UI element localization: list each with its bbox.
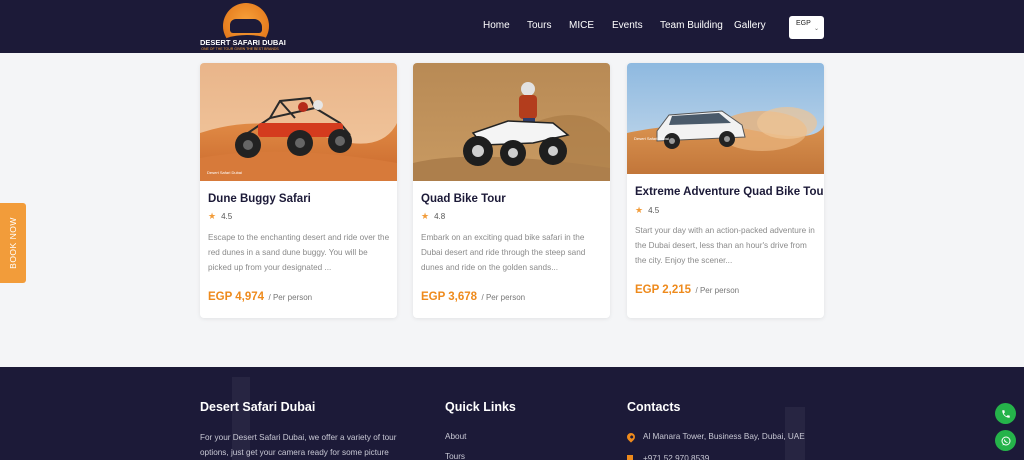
footer-phone[interactable]: +971 52 970 8539	[643, 451, 709, 460]
nav-team-building[interactable]: Team Building	[660, 20, 723, 31]
nav-mice[interactable]: MICE	[569, 20, 594, 31]
tour-description: Escape to the enchanting desert and ride…	[208, 233, 390, 272]
site-header: DESERT SAFARI DUBAI ONE OF THE TOUR GIVE…	[0, 0, 1024, 53]
tour-card-dune-buggy[interactable]: Desert Safari Dubai Dune Buggy Safari ★ 4…	[200, 63, 397, 318]
image-watermark: Desert Safari Dubai	[634, 136, 669, 141]
price-value: EGP 4,974	[208, 291, 265, 303]
whatsapp-button[interactable]	[995, 430, 1016, 451]
quad-bike-photo	[413, 63, 610, 181]
nav-tours[interactable]: Tours	[527, 20, 551, 31]
nav-events[interactable]: Events	[612, 20, 643, 31]
star-icon: ★	[208, 211, 217, 221]
tour-description: Start your day with an action-packed adv…	[635, 226, 815, 265]
dune-buggy-photo	[200, 63, 397, 181]
logo-text: DESERT SAFARI DUBAI	[200, 38, 286, 47]
image-watermark: Desert Safari Dubai	[207, 170, 242, 175]
logo-tagline: ONE OF THE TOUR GIVEN THE BEST BRANDS	[201, 47, 279, 51]
whatsapp-icon	[1001, 436, 1010, 445]
book-now-button[interactable]: BOOK NOW	[0, 203, 26, 283]
book-now-label: BOOK NOW	[8, 217, 18, 269]
tour-card-quad-bike[interactable]: Quad Bike Tour ★ 4.8 Embark on an excitin…	[413, 63, 610, 318]
footer-address: Al Manara Tower, Business Bay, Dubai, UA…	[643, 432, 805, 441]
phone-icon	[627, 455, 633, 460]
chevron-down-icon: ⌄	[814, 26, 820, 32]
footer-links-title: Quick Links	[445, 400, 516, 414]
tour-rating: ★ 4.5	[635, 205, 659, 216]
tour-title[interactable]: Extreme Adventure Quad Bike Tour	[635, 186, 824, 198]
star-icon: ★	[635, 205, 644, 215]
tour-title[interactable]: Quad Bike Tour	[421, 193, 506, 205]
price-unit: / Per person	[695, 286, 740, 295]
tour-rating: ★ 4.8	[421, 211, 445, 222]
price-value: EGP 3,678	[421, 291, 478, 303]
phone-icon	[1001, 409, 1010, 418]
tour-image-extreme-adventure[interactable]: Desert Safari Dubai	[627, 63, 824, 174]
footer-contacts-title: Contacts	[627, 400, 681, 414]
call-button[interactable]	[995, 403, 1016, 424]
tour-image-quad-bike[interactable]	[413, 63, 610, 181]
tour-price: EGP 4,974 / Per person	[208, 287, 312, 305]
suv-dune-bashing-photo	[627, 63, 824, 174]
tour-description: Embark on an exciting quad bike safari i…	[421, 233, 586, 272]
tour-price: EGP 2,215 / Per person	[635, 280, 739, 298]
price-unit: / Per person	[481, 293, 526, 302]
site-footer: Desert Safari Dubai For your Desert Safa…	[0, 367, 1024, 460]
tour-card-extreme-adventure[interactable]: Desert Safari Dubai Extreme Adventure Qu…	[627, 63, 824, 318]
footer-link-about[interactable]: About	[445, 432, 466, 441]
rating-value: 4.8	[434, 212, 446, 221]
currency-select[interactable]: EGP ⌄	[789, 16, 824, 39]
location-pin-icon	[625, 431, 637, 443]
site-logo[interactable]: DESERT SAFARI DUBAI ONE OF THE TOUR GIVE…	[200, 2, 286, 51]
currency-value: EGP	[796, 20, 811, 27]
price-value: EGP 2,215	[635, 284, 692, 296]
tour-title[interactable]: Dune Buggy Safari	[208, 193, 311, 205]
price-unit: / Per person	[268, 293, 313, 302]
tour-price: EGP 3,678 / Per person	[421, 287, 525, 305]
rating-value: 4.5	[648, 206, 660, 215]
tour-rating: ★ 4.5	[208, 211, 232, 222]
nav-home[interactable]: Home	[483, 20, 510, 31]
nav-gallery[interactable]: Gallery	[734, 20, 766, 31]
star-icon: ★	[421, 211, 430, 221]
rating-value: 4.5	[221, 212, 233, 221]
footer-about-text: For your Desert Safari Dubai, we offer a…	[200, 433, 397, 457]
footer-link-tours[interactable]: Tours	[445, 452, 465, 460]
footer-about-title: Desert Safari Dubai	[200, 400, 316, 414]
tour-image-dune-buggy[interactable]: Desert Safari Dubai	[200, 63, 397, 181]
